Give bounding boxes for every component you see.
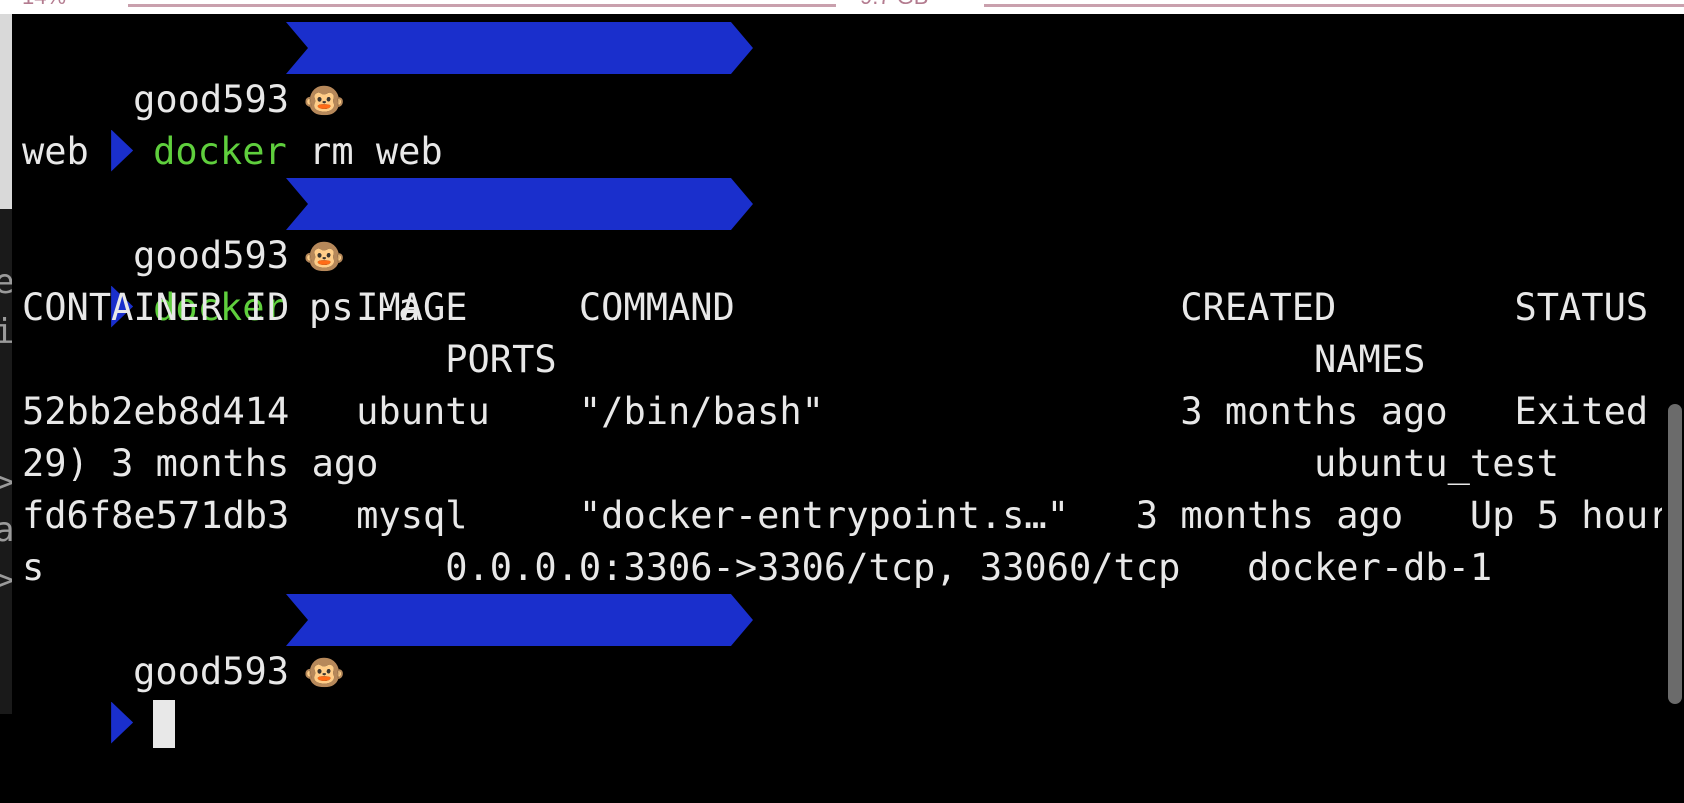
prompt-path-segment: ~/dev/docker [286,594,753,646]
prompt-line: good593 🐵 ~/dev/docker [22,22,722,121]
prompt-line: good593 🐵 ~/dev/docker [22,594,722,693]
scrollbar-thumb[interactable] [1668,404,1682,704]
ps-header: PORTS NAMES [22,338,1426,381]
prompt-arrow-icon [111,701,134,744]
ps-row: 29) 3 months ago ubuntu_test [22,442,1560,485]
memory-usage-label: 9.7 GB [860,0,928,10]
terminal-scrollbar[interactable] [1662,14,1684,714]
prompt-path-segment: ~/dev/docker [286,22,753,74]
cpu-usage-label: 14% [22,0,66,10]
command-line: docker ps -a [22,230,420,329]
cpu-usage-graph [128,4,836,7]
prompt-path: ~/dev/docker [459,78,727,121]
background-window-light-area [0,14,12,209]
prompt-path-segment: ~/dev/docker [286,178,753,230]
system-status-bar: 14% 9.7 GB [0,0,1684,14]
background-window-edge[interactable]: e i > a > [0,14,14,714]
terminal-window[interactable]: good593 🐵 ~/dev/docker docker rm web web … [12,14,1684,748]
ps-row: s 0.0.0.0:3306->3306/tcp, 33060/tcp dock… [22,546,1493,589]
command-line[interactable] [22,646,176,748]
memory-usage-graph [984,4,1684,7]
monkey-emoji-icon: 🐵 [303,653,346,693]
command-args: rm web [286,130,443,173]
command-name: docker [153,130,287,173]
prompt-path: ~/dev/docker [459,234,727,277]
command-output: web [22,130,89,173]
command-line: docker rm web [22,74,443,173]
prompt-path: ~/dev/docker [459,650,727,693]
text-cursor[interactable] [153,699,176,748]
ps-row: 52bb2eb8d414 ubuntu "/bin/bash" 3 months… [22,390,1684,433]
ps-header: CONTAINER ID IMAGE COMMAND CREATED STATU… [22,286,1649,329]
ps-row: fd6f8e571db3 mysql "docker-entrypoint.s…… [22,494,1671,537]
prompt-line: good593 🐵 ~/dev/docker [22,178,722,277]
prompt-arrow-icon [111,129,134,172]
